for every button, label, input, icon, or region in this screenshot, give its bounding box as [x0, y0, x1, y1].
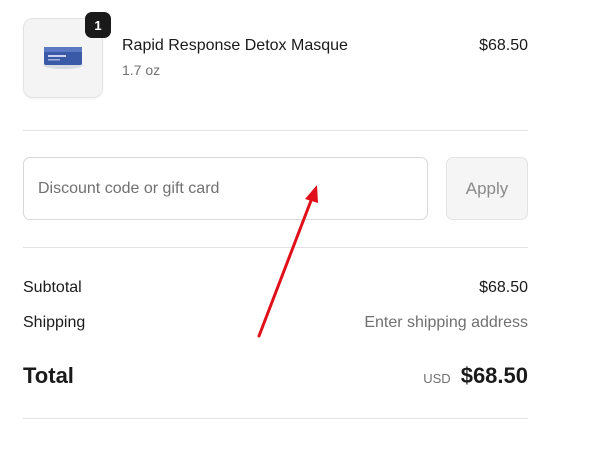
divider	[23, 130, 528, 131]
divider	[23, 247, 528, 248]
subtotal-label: Subtotal	[23, 279, 82, 296]
total-amount: $68.50	[460, 363, 528, 388]
order-summary: 1 Rapid Response Detox Masque 1.7 oz $68…	[0, 0, 598, 457]
quantity-badge: 1	[85, 12, 111, 38]
shipping-label: Shipping	[23, 314, 86, 331]
product-price: $68.50	[479, 37, 528, 54]
subtotal-value: $68.50	[479, 279, 528, 296]
product-variant: 1.7 oz	[122, 62, 161, 78]
product-thumbnail: 1	[23, 12, 111, 98]
total-label: Total	[23, 363, 74, 388]
currency-code: USD	[423, 371, 451, 386]
shipping-value: Enter shipping address	[364, 314, 528, 331]
apply-button[interactable]: Apply	[446, 157, 528, 220]
divider	[23, 418, 528, 419]
total-amount-group: USD $68.50	[423, 363, 528, 389]
product-name: Rapid Response Detox Masque	[122, 37, 348, 54]
discount-code-input[interactable]	[23, 157, 428, 220]
